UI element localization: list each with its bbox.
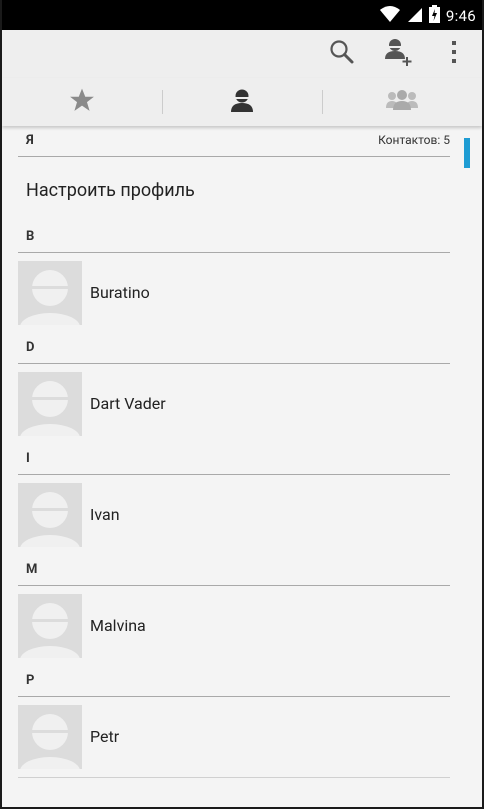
- contact-name: Petr: [90, 727, 120, 746]
- section-letter: B: [26, 229, 35, 244]
- search-icon: [329, 39, 355, 69]
- tab-favorites[interactable]: [2, 78, 162, 126]
- overflow-menu-button[interactable]: [430, 30, 478, 78]
- avatar: [18, 594, 82, 658]
- action-bar: [2, 30, 482, 78]
- contact-name: Ivan: [90, 505, 120, 524]
- avatar: [18, 261, 82, 325]
- contact-item[interactable]: Petr: [18, 705, 450, 769]
- search-button[interactable]: [318, 30, 366, 78]
- list-divider: [18, 777, 450, 778]
- section-header-me: Я Контактов: 5: [18, 126, 450, 157]
- section-header: I: [18, 444, 450, 475]
- section-letter: I: [26, 451, 30, 466]
- avatar: [18, 372, 82, 436]
- contact-item[interactable]: Dart Vader: [18, 372, 450, 436]
- add-contact-button[interactable]: [374, 30, 422, 78]
- group-icon: [386, 88, 418, 116]
- section-header: B: [18, 222, 450, 253]
- tab-bar: [2, 78, 482, 126]
- avatar: [18, 705, 82, 769]
- avatar: [18, 483, 82, 547]
- star-icon: [69, 87, 95, 117]
- contact-name: Malvina: [90, 616, 146, 635]
- section-letter: M: [26, 562, 38, 577]
- signal-icon: [407, 5, 423, 27]
- wifi-icon: [379, 5, 401, 27]
- scrollbar[interactable]: [464, 138, 470, 168]
- contacts-screen: 9:46 Я Контактов: 5 Настроить профиль B …: [2, 0, 482, 807]
- contact-item[interactable]: Ivan: [18, 483, 450, 547]
- tab-contacts[interactable]: [162, 78, 322, 126]
- overflow-menu-icon: [450, 40, 458, 68]
- setup-profile-item[interactable]: Настроить профиль: [26, 180, 195, 201]
- section-header: P: [18, 666, 450, 697]
- section-letter: P: [26, 673, 35, 688]
- section-letter: D: [26, 340, 35, 355]
- contact-item[interactable]: Buratino: [18, 261, 450, 325]
- person-icon: [230, 88, 254, 116]
- contact-name: Buratino: [90, 283, 150, 302]
- status-bar: 9:46: [2, 0, 482, 30]
- tab-groups[interactable]: [322, 78, 482, 126]
- section-header: D: [18, 333, 450, 364]
- status-time: 9:46: [445, 7, 476, 25]
- add-contact-icon: [383, 37, 413, 71]
- contact-item[interactable]: Malvina: [18, 594, 450, 658]
- contact-name: Dart Vader: [90, 394, 166, 413]
- section-header: M: [18, 555, 450, 586]
- battery-charging-icon: [428, 5, 440, 27]
- contact-count: Контактов: 5: [378, 133, 450, 147]
- section-letter: Я: [26, 133, 34, 148]
